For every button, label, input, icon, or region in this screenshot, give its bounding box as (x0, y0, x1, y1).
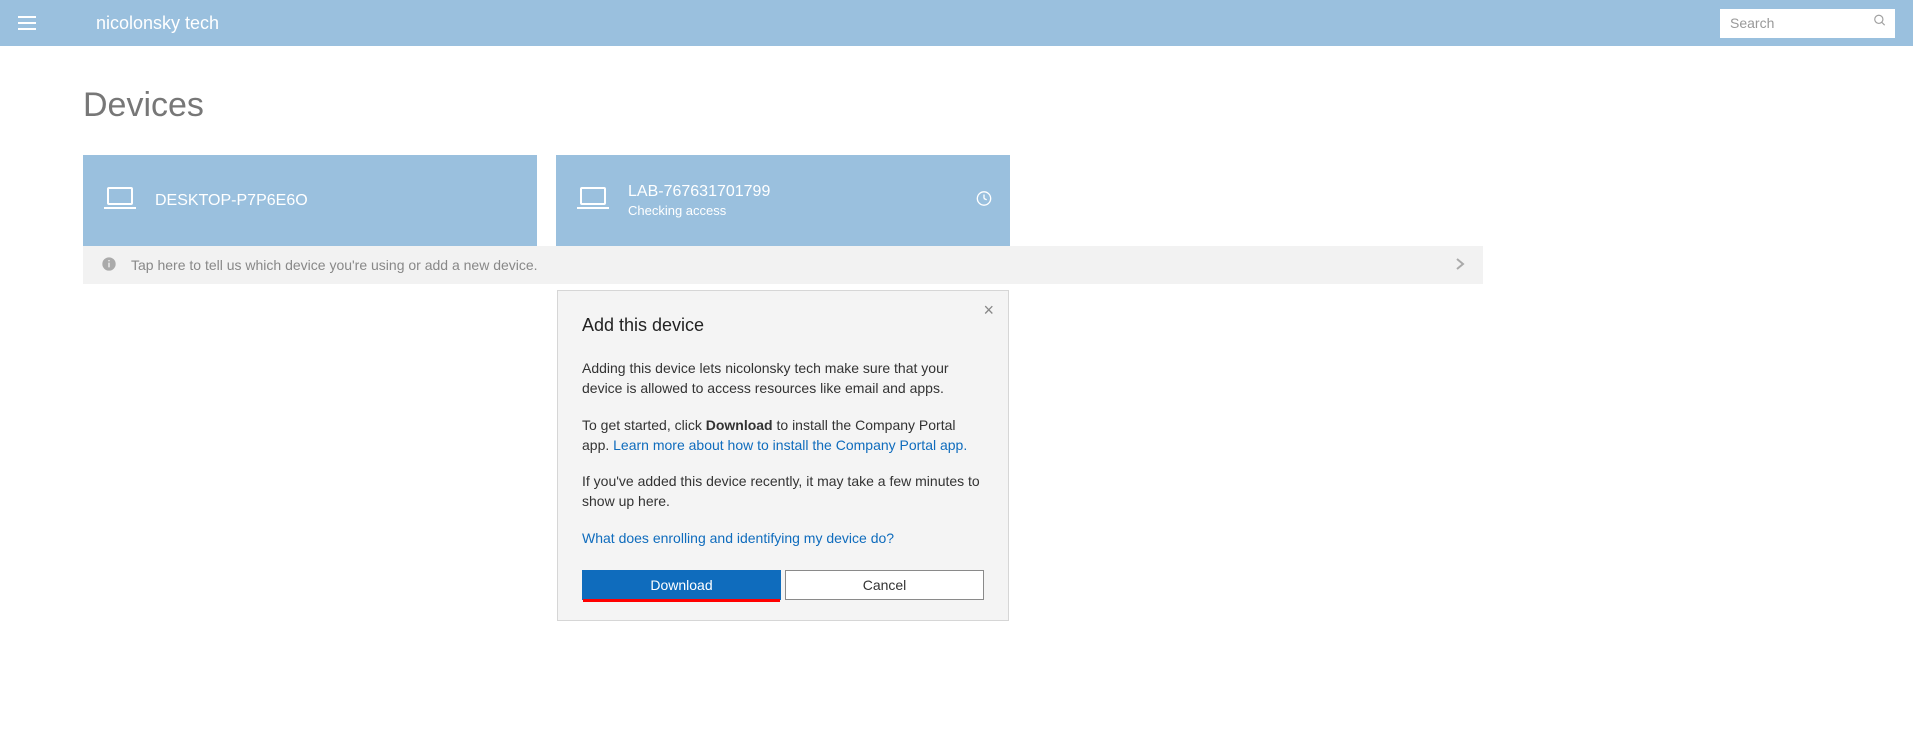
hamburger-menu-icon[interactable] (18, 16, 36, 30)
popover-body: Adding this device lets nicolonsky tech … (582, 358, 984, 548)
popover-buttons: Download Cancel (582, 570, 984, 600)
main-content: Devices DESKTOP-P7P6E6O (83, 46, 1483, 284)
popover-paragraph: What does enrolling and identifying my d… (582, 528, 984, 548)
button-label: Download (650, 577, 712, 593)
search-input[interactable] (1720, 9, 1895, 38)
close-icon[interactable]: × (983, 301, 994, 319)
enroll-info-link[interactable]: What does enrolling and identifying my d… (582, 530, 894, 546)
cancel-button[interactable]: Cancel (785, 570, 984, 600)
clock-icon (976, 190, 992, 211)
page-title: Devices (83, 86, 1483, 125)
top-bar: nicolonsky tech (0, 0, 1913, 46)
device-name: DESKTOP-P7P6E6O (155, 192, 308, 210)
brand-title: nicolonsky tech (96, 13, 219, 34)
popover-paragraph: Adding this device lets nicolonsky tech … (582, 358, 984, 399)
learn-more-link[interactable]: Learn more about how to install the Comp… (613, 437, 967, 453)
download-button[interactable]: Download (582, 570, 781, 600)
device-info: LAB-767631701799 Checking access (628, 183, 770, 218)
add-device-popover: × Add this device Adding this device let… (557, 290, 1009, 621)
text-fragment: To get started, click (582, 417, 706, 433)
popover-title: Add this device (582, 315, 984, 336)
device-row: DESKTOP-P7P6E6O LAB-767631701799 Checkin… (83, 155, 1483, 246)
device-status: Checking access (628, 203, 770, 218)
device-card[interactable]: LAB-767631701799 Checking access (556, 155, 1010, 246)
device-card[interactable]: DESKTOP-P7P6E6O (83, 155, 537, 246)
device-info: DESKTOP-P7P6E6O (155, 192, 308, 210)
popover-paragraph: If you've added this device recently, it… (582, 471, 984, 512)
chevron-right-icon (1455, 257, 1465, 274)
popover-paragraph: To get started, click Download to instal… (582, 415, 984, 456)
laptop-icon (576, 185, 610, 216)
search-wrap (1720, 9, 1895, 38)
highlight-underline (583, 599, 780, 602)
button-label: Cancel (863, 577, 907, 593)
device-name: LAB-767631701799 (628, 183, 770, 201)
info-banner-text: Tap here to tell us which device you're … (131, 257, 538, 273)
laptop-icon (103, 185, 137, 216)
text-bold: Download (706, 417, 773, 433)
info-icon (101, 256, 117, 275)
info-banner[interactable]: Tap here to tell us which device you're … (83, 246, 1483, 284)
top-bar-left: nicolonsky tech (18, 13, 219, 34)
